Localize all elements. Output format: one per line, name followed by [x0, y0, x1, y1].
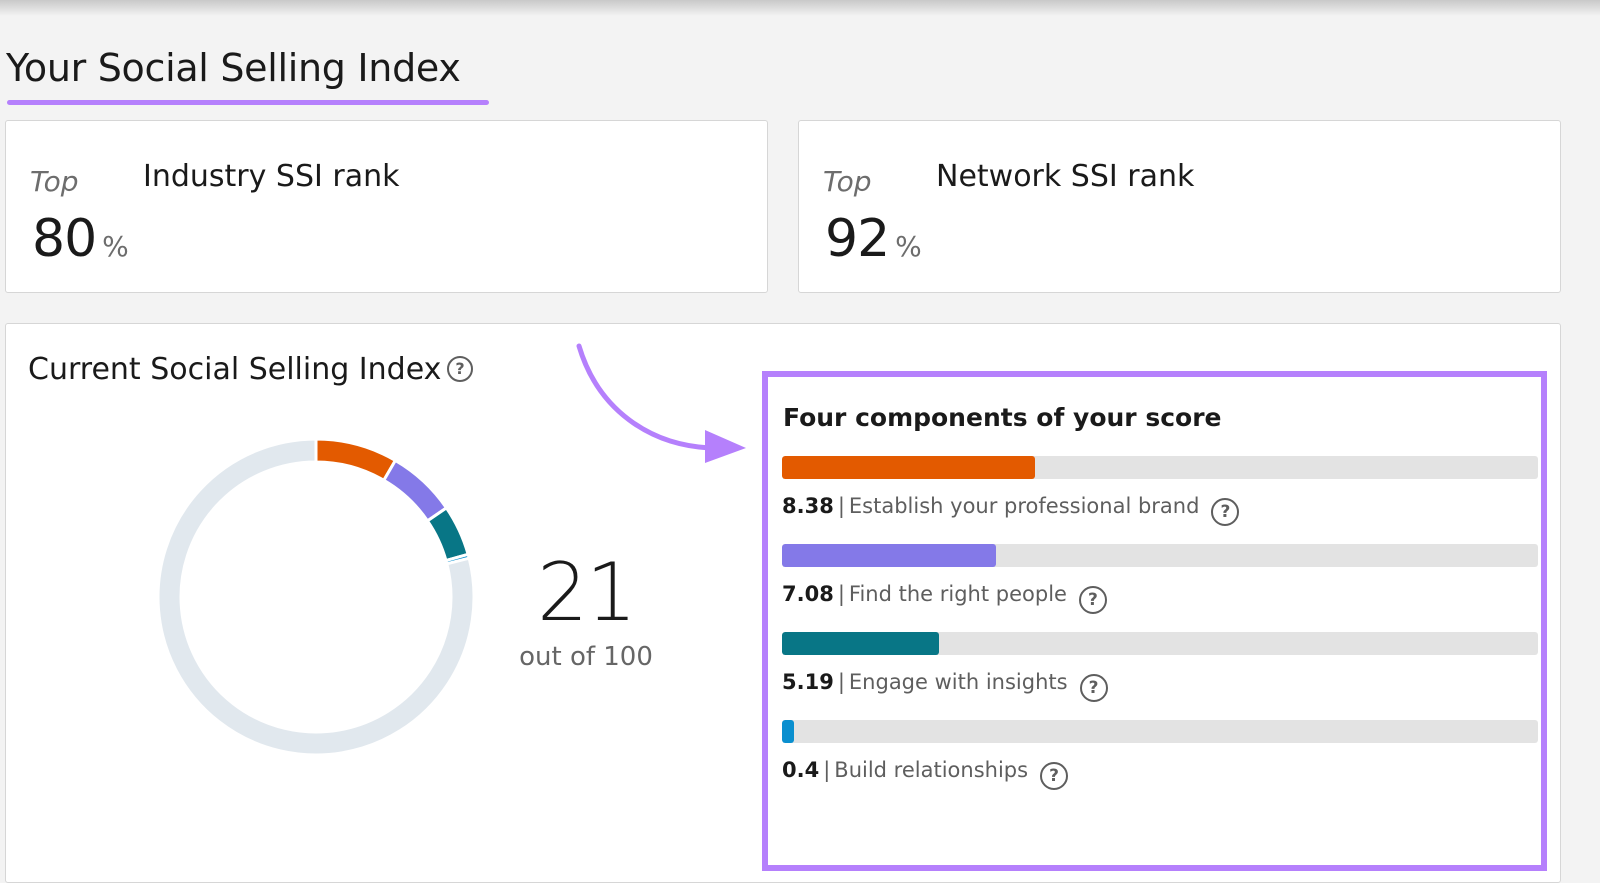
question-circle-icon[interactable]: ?: [1078, 586, 1107, 614]
component-label: 7.08 | Find the right people?: [782, 582, 1107, 614]
component-progress-fill: [782, 456, 1036, 479]
separator: |: [837, 494, 845, 518]
rank-prefix: Top: [823, 165, 872, 198]
component-progress-fill: [782, 632, 939, 655]
question-circle-icon[interactable]: ?: [1211, 498, 1240, 526]
network-rank-value: 92: [825, 209, 890, 269]
component-value: 5.19: [782, 670, 834, 694]
component-label: 0.4 | Build relationships?: [782, 758, 1069, 790]
separator: |: [837, 582, 845, 606]
network-rank-value-wrap: 92%: [825, 209, 922, 269]
question-circle-icon[interactable]: ?: [1079, 674, 1108, 702]
component-progress-fill: [782, 720, 795, 743]
component-value: 8.38: [782, 494, 834, 518]
component-progress-track: [782, 456, 1538, 479]
ssi-donut-chart: [156, 437, 476, 757]
annotation-arrow-icon: [576, 343, 746, 463]
donut-slice-right-people: [381, 458, 449, 523]
question-circle-icon[interactable]: ?: [447, 356, 473, 382]
component-progress-fill: [782, 544, 997, 567]
components-title: Four components of your score: [783, 403, 1222, 432]
industry-rank-value: 80: [32, 209, 97, 269]
component-progress-track: [782, 632, 1538, 655]
component-label: 5.19 | Engage with insights?: [782, 670, 1108, 702]
network-rank-label: Network SSI rank: [936, 159, 1195, 194]
separator: |: [823, 758, 831, 782]
component-progress-track: [782, 720, 1538, 743]
question-circle-icon[interactable]: ?: [1040, 762, 1069, 790]
network-rank-card: Top Network SSI rank 92%: [798, 120, 1561, 293]
percent-unit: %: [102, 230, 129, 263]
separator: |: [837, 670, 845, 694]
donut-slice-professional-brand: [314, 437, 398, 483]
component-value: 0.4: [782, 758, 820, 782]
industry-rank-card: Top Industry SSI rank 80%: [5, 120, 768, 293]
component-name: Engage with insights: [848, 670, 1068, 694]
component-label: 8.38 | Establish your professional brand?: [782, 494, 1240, 526]
rank-prefix: Top: [30, 165, 79, 198]
component-progress-track: [782, 544, 1538, 567]
ssi-score: 21: [537, 546, 637, 639]
component-name: Build relationships: [834, 758, 1029, 782]
component-name: Find the right people: [848, 582, 1067, 606]
current-ssi-title: Current Social Selling Index: [28, 352, 442, 387]
industry-rank-value-wrap: 80%: [32, 209, 129, 269]
component-value: 7.08: [782, 582, 834, 606]
page-title: Your Social Selling Index: [6, 46, 461, 90]
score-components-panel: Four components of your score 8.38 | Estab…: [762, 371, 1547, 871]
ssi-score-caption: out of 100: [519, 642, 653, 672]
donut-slice-insights: [425, 505, 470, 563]
top-shadow: [0, 0, 1600, 16]
title-underline-highlight: [7, 100, 489, 105]
industry-rank-label: Industry SSI rank: [143, 159, 400, 194]
component-name: Establish your professional brand: [848, 494, 1200, 518]
percent-unit: %: [895, 230, 922, 263]
